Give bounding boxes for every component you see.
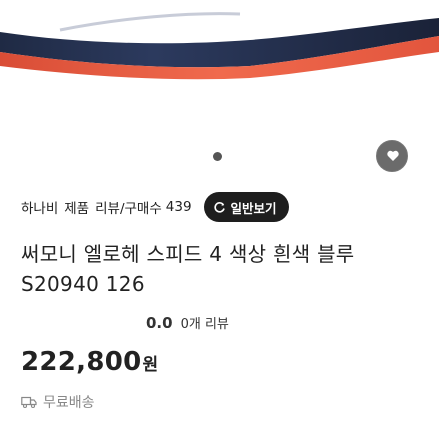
- store-info-row: 하나비 제품 리뷰/구매수 439 일반보기: [21, 190, 421, 224]
- product-image-crop: [0, 12, 439, 80]
- price-amount: 222,800: [21, 347, 142, 377]
- review-count: 439: [165, 199, 192, 215]
- product-title: 써모니 엘로헤 스피드 4 색상 흰색 블루 S20940 126: [21, 242, 355, 296]
- rating-label[interactable]: 0개 리뷰: [181, 313, 229, 332]
- price-unit: 원: [142, 355, 159, 375]
- product-hero-image: [0, 0, 439, 118]
- store-subtitle: 제품: [64, 201, 90, 217]
- shipping-label: 무료배송: [43, 395, 95, 411]
- store-name[interactable]: 하나비: [21, 197, 58, 217]
- rating-row: 0.0 0개 리뷰: [146, 313, 229, 332]
- truck-icon: [21, 396, 37, 409]
- refresh-icon: [213, 201, 225, 213]
- view-toggle-button[interactable]: 일반보기: [203, 192, 289, 222]
- carousel-dot[interactable]: [213, 152, 222, 161]
- view-toggle-label: 일반보기: [230, 200, 277, 216]
- like-button[interactable]: [376, 140, 408, 172]
- heart-icon: [387, 150, 399, 161]
- rating-value: 0.0: [146, 314, 173, 332]
- review-count-label: 리뷰/구매수: [95, 201, 162, 217]
- shipping-info: 무료배송: [21, 392, 95, 412]
- price: 222,800 원: [21, 347, 158, 377]
- image-carousel-controls: [0, 136, 439, 182]
